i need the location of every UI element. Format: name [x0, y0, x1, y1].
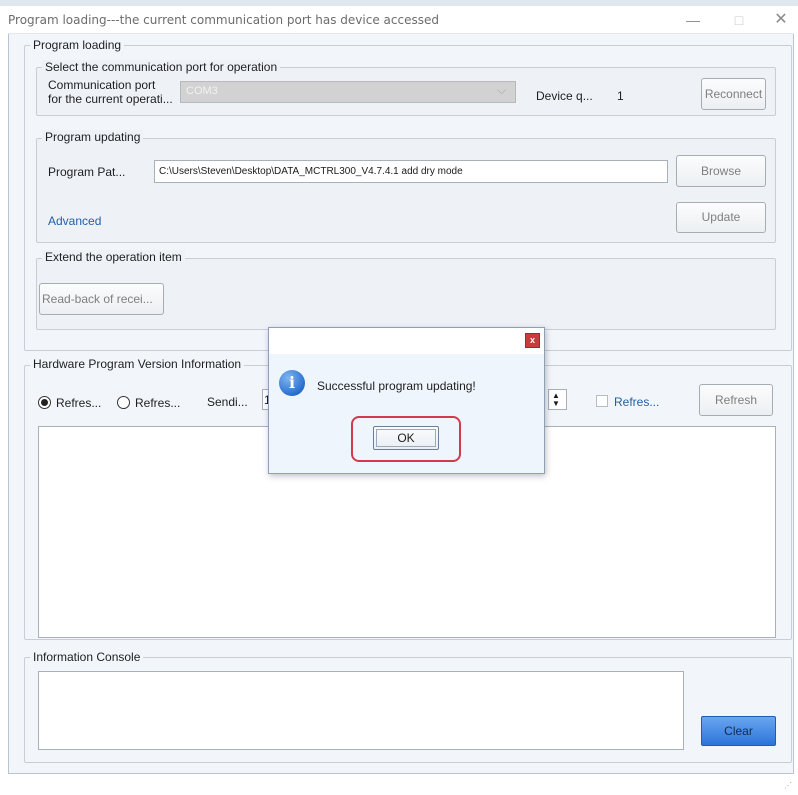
advanced-link[interactable]: Advanced [48, 214, 101, 228]
readback-button[interactable]: Read-back of recei... [39, 283, 164, 315]
clear-button[interactable]: Clear [701, 716, 776, 746]
window-title: Program loading---the current communicat… [8, 13, 439, 27]
maximize-button[interactable]: □ [724, 6, 754, 34]
device-quantity-label: Device q... [536, 89, 593, 103]
info-console-label: Information Console [30, 650, 144, 664]
reconnect-button[interactable]: Reconnect [701, 78, 766, 110]
update-button[interactable]: Update [676, 202, 766, 233]
success-dialog: x i Successful program updating! OK [268, 327, 545, 474]
refresh-mode-label-1: Refres... [56, 396, 102, 410]
close-button[interactable]: ✕ [766, 6, 796, 34]
dialog-title-bar [269, 328, 544, 354]
comm-port-group-label: Select the communication port for operat… [42, 60, 281, 74]
program-path-input[interactable]: C:\Users\Steven\Desktop\DATA_MCTRL300_V4… [154, 160, 668, 183]
info-console-text[interactable] [38, 671, 684, 750]
program-updating-group [36, 138, 776, 243]
title-bar: Program loading---the current communicat… [8, 6, 794, 34]
spinner-stepper[interactable]: ▲ ▼ [548, 389, 567, 410]
auto-refresh-checkbox[interactable] [596, 395, 608, 407]
program-updating-label: Program updating [42, 130, 144, 144]
comm-port-select[interactable]: COM3 ⌵ [180, 81, 516, 103]
program-loading-label: Program loading [30, 38, 125, 52]
refresh-mode-radio-1[interactable] [38, 396, 51, 409]
program-path-value: C:\Users\Steven\Desktop\DATA_MCTRL300_V4… [159, 166, 463, 177]
refresh-mode-label-2: Refres... [135, 396, 181, 410]
comm-port-label: Communication port [48, 78, 156, 92]
dialog-close-button[interactable]: x [525, 333, 540, 348]
comm-port-value: COM3 [186, 85, 218, 97]
chevron-down-icon: ⌵ [497, 83, 507, 97]
browse-button[interactable]: Browse [676, 155, 766, 187]
minimize-button[interactable]: — [678, 6, 708, 34]
device-quantity-value: 1 [617, 89, 624, 103]
info-icon: i [279, 370, 305, 396]
resize-grip-icon[interactable]: ⋰ [784, 781, 792, 790]
auto-refresh-label: Refres... [614, 395, 660, 409]
program-path-label: Program Pat... [48, 165, 126, 179]
ok-button[interactable]: OK [373, 426, 439, 450]
refresh-mode-radio-2[interactable] [117, 396, 130, 409]
refresh-button[interactable]: Refresh [699, 384, 773, 416]
extend-operation-label: Extend the operation item [42, 250, 185, 264]
sending-label: Sendi... [207, 395, 248, 409]
hardware-version-label: Hardware Program Version Information [30, 357, 245, 371]
dialog-message: Successful program updating! [317, 379, 476, 393]
comm-port-label-continued: for the current operati... [48, 92, 173, 106]
spinner-arrows-icon: ▲ ▼ [552, 391, 560, 408]
